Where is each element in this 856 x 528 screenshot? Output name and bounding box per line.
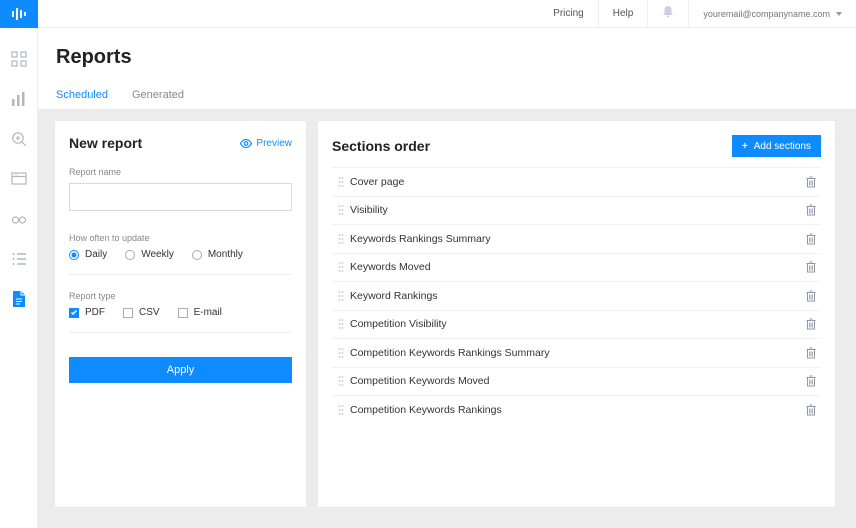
section-list: Cover page Visibility Keywords Rankings Su…: [332, 167, 821, 424]
section-row: Keywords Moved: [332, 253, 821, 282]
section-row: Competition Visibility: [332, 310, 821, 339]
report-name-label: Report name: [69, 167, 292, 177]
drag-handle-icon[interactable]: [332, 347, 350, 359]
trash-icon: [806, 176, 816, 188]
report-name-input[interactable]: [69, 183, 292, 211]
trash-icon: [806, 318, 816, 330]
delete-section-button[interactable]: [801, 176, 821, 188]
section-row: Cover page: [332, 167, 821, 196]
nav-search-plus-icon[interactable]: [10, 130, 28, 148]
section-row: Competition Keywords Moved: [332, 367, 821, 396]
section-row: Competition Keywords Rankings: [332, 395, 821, 424]
eye-icon: [240, 139, 252, 148]
topbar-help-link[interactable]: Help: [613, 8, 634, 19]
nav-website-icon[interactable]: [10, 170, 28, 188]
update-frequency-label: How often to update: [69, 233, 292, 243]
chevron-down-icon: [836, 12, 842, 16]
drag-handle-icon[interactable]: [332, 318, 350, 330]
drag-handle-icon[interactable]: [332, 233, 350, 245]
trash-icon: [806, 233, 816, 245]
report-type-label: Report type: [69, 291, 292, 301]
type-pdf-checkbox[interactable]: PDF: [69, 307, 105, 318]
delete-section-button[interactable]: [801, 204, 821, 216]
drag-handle-icon[interactable]: [332, 204, 350, 216]
section-row-label: Keywords Rankings Summary: [350, 233, 801, 245]
checkbox-icon: [123, 308, 133, 318]
new-report-title: New report: [69, 135, 142, 151]
add-sections-button[interactable]: + Add sections: [732, 135, 821, 157]
section-row-label: Competition Keywords Rankings Summary: [350, 347, 801, 359]
nav-list-icon[interactable]: [10, 250, 28, 268]
tabs: Scheduled Generated: [56, 89, 838, 109]
section-row-label: Visibility: [350, 204, 801, 216]
section-row-label: Competition Keywords Moved: [350, 375, 801, 387]
add-sections-label: Add sections: [754, 141, 811, 152]
nav-glasses-icon[interactable]: [10, 210, 28, 228]
drag-handle-icon[interactable]: [332, 176, 350, 188]
tab-generated[interactable]: Generated: [132, 89, 184, 101]
delete-section-button[interactable]: [801, 318, 821, 330]
sections-card: Sections order + Add sections Cover page…: [317, 120, 836, 508]
delete-section-button[interactable]: [801, 233, 821, 245]
topbar-pricing-link[interactable]: Pricing: [553, 8, 584, 19]
section-row: Visibility: [332, 196, 821, 225]
section-row-label: Competition Keywords Rankings: [350, 404, 801, 416]
nav-reports-icon[interactable]: [10, 290, 28, 308]
trash-icon: [806, 375, 816, 387]
delete-section-button[interactable]: [801, 347, 821, 359]
trash-icon: [806, 261, 816, 273]
trash-icon: [806, 404, 816, 416]
delete-section-button[interactable]: [801, 290, 821, 302]
sidebar: [0, 0, 38, 528]
nav-dashboard-icon[interactable]: [10, 50, 28, 68]
radio-icon: [192, 250, 202, 260]
type-csv-checkbox[interactable]: CSV: [123, 307, 160, 318]
checkbox-icon: [178, 308, 188, 318]
trash-icon: [806, 290, 816, 302]
radio-icon: [69, 250, 79, 260]
preview-label: Preview: [256, 138, 292, 149]
bell-icon[interactable]: [662, 5, 674, 23]
drag-handle-icon[interactable]: [332, 375, 350, 387]
section-row: Keywords Rankings Summary: [332, 224, 821, 253]
drag-handle-icon[interactable]: [332, 290, 350, 302]
trash-icon: [806, 204, 816, 216]
new-report-card: New report Preview Report name How often…: [54, 120, 307, 508]
nav-rankings-icon[interactable]: [10, 90, 28, 108]
frequency-weekly-radio[interactable]: Weekly: [125, 249, 174, 260]
section-row-label: Competition Visibility: [350, 318, 801, 330]
brand-logo[interactable]: [0, 0, 38, 28]
tab-scheduled[interactable]: Scheduled: [56, 89, 108, 101]
drag-handle-icon[interactable]: [332, 404, 350, 416]
apply-button[interactable]: Apply: [69, 357, 292, 383]
checkbox-icon: [69, 308, 79, 318]
delete-section-button[interactable]: [801, 404, 821, 416]
frequency-monthly-radio[interactable]: Monthly: [192, 249, 243, 260]
topbar: Pricing Help youremail@companyname.com: [38, 0, 856, 28]
user-email: youremail@companyname.com: [703, 9, 830, 19]
page-title: Reports: [56, 46, 838, 69]
sections-title: Sections order: [332, 138, 430, 154]
frequency-daily-radio[interactable]: Daily: [69, 249, 107, 260]
radio-icon: [125, 250, 135, 260]
plus-icon: +: [742, 141, 748, 152]
type-email-checkbox[interactable]: E-mail: [178, 307, 222, 318]
drag-handle-icon[interactable]: [332, 261, 350, 273]
delete-section-button[interactable]: [801, 261, 821, 273]
section-row-label: Keyword Rankings: [350, 290, 801, 302]
trash-icon: [806, 347, 816, 359]
section-row-label: Cover page: [350, 176, 801, 188]
section-row: Competition Keywords Rankings Summary: [332, 338, 821, 367]
preview-button[interactable]: Preview: [240, 138, 292, 149]
user-menu[interactable]: youremail@companyname.com: [703, 9, 842, 19]
delete-section-button[interactable]: [801, 375, 821, 387]
section-row-label: Keywords Moved: [350, 261, 801, 273]
section-row: Keyword Rankings: [332, 281, 821, 310]
